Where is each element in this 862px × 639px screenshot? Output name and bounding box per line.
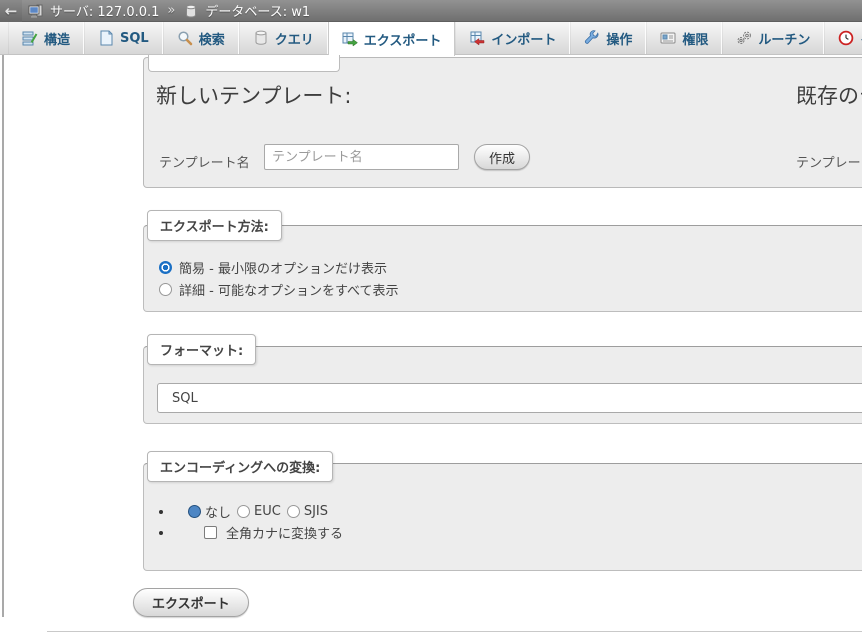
left-panel-divider bbox=[2, 55, 4, 617]
export-templates-panel: 新しいテンプレート: テンプレート名 作成 既存のテンプレート: テンプレート: bbox=[143, 57, 862, 188]
export-icon bbox=[342, 31, 358, 47]
structure-icon bbox=[22, 30, 38, 46]
radio-encoding-none-selected[interactable] bbox=[188, 505, 201, 518]
template-name-input[interactable] bbox=[264, 144, 459, 170]
breadcrumb-database[interactable]: データベース: w1 bbox=[183, 1, 310, 20]
breadcrumb-database-label: データベース: w1 bbox=[205, 1, 310, 20]
export-method-option-custom[interactable]: 詳細 - 可能なオプションをすべて表示 bbox=[159, 280, 399, 299]
server-icon bbox=[28, 3, 44, 19]
database-icon bbox=[183, 3, 199, 19]
radio-encoding-sjis-label[interactable]: SJIS bbox=[304, 504, 328, 519]
radio-encoding-euc[interactable] bbox=[237, 505, 250, 518]
create-template-button[interactable]: 作成 bbox=[474, 144, 530, 170]
scrolled-legend-remnant bbox=[148, 55, 340, 72]
kana-conversion-checkbox[interactable] bbox=[204, 526, 217, 539]
tab-operations[interactable]: 操作 bbox=[570, 22, 646, 54]
tab-label: 検索 bbox=[199, 29, 225, 48]
breadcrumb-server[interactable]: サーバ: 127.0.0.1 bbox=[28, 1, 159, 20]
format-selected-value: SQL bbox=[172, 391, 198, 406]
search-icon bbox=[177, 30, 193, 46]
tab-label: ルーチン bbox=[758, 29, 810, 48]
breadcrumb-server-label: サーバ: 127.0.0.1 bbox=[50, 1, 159, 20]
sql-document-icon bbox=[98, 30, 114, 46]
tab-bar: 構造 SQL 検索 クエリ エクスポート インポート 操作 権限 bbox=[0, 22, 862, 55]
template-name-label: テンプレート名 bbox=[159, 152, 250, 171]
import-icon bbox=[469, 30, 485, 46]
tab-label: エクスポート bbox=[364, 30, 442, 49]
tab-sql[interactable]: SQL bbox=[84, 22, 163, 54]
tab-label: 権限 bbox=[682, 29, 708, 48]
format-legend: フォーマット: bbox=[147, 334, 256, 365]
breadcrumb-bar: ← サーバ: 127.0.0.1 » データベース: w1 bbox=[0, 0, 862, 22]
tab-label: インポート bbox=[491, 29, 556, 48]
tab-import[interactable]: インポート bbox=[455, 22, 570, 54]
footer-divider bbox=[47, 631, 862, 632]
tab-search[interactable]: 検索 bbox=[163, 22, 239, 54]
tab-export[interactable]: エクスポート bbox=[328, 22, 456, 56]
tab-label: SQL bbox=[120, 31, 149, 46]
new-template-heading: 新しいテンプレート: bbox=[156, 80, 351, 110]
tab-query[interactable]: クエリ bbox=[239, 22, 328, 54]
breadcrumb-separator: » bbox=[167, 3, 175, 18]
phpmyadmin-export-page: ← サーバ: 127.0.0.1 » データベース: w1 構造 SQL 検索 … bbox=[0, 0, 862, 639]
tab-label: クエリ bbox=[275, 29, 314, 48]
list-bullet bbox=[159, 510, 163, 514]
radio-quick-selected[interactable] bbox=[159, 261, 172, 274]
gears-icon bbox=[736, 30, 752, 46]
encoding-legend: エンコーディングへの変換: bbox=[147, 451, 333, 482]
wrench-icon bbox=[584, 30, 600, 46]
privileges-card-icon bbox=[660, 30, 676, 46]
tab-events[interactable]: イベント bbox=[824, 22, 862, 54]
radio-quick-label[interactable]: 簡易 - 最小限のオプションだけ表示 bbox=[179, 258, 387, 277]
existing-template-label: テンプレート: bbox=[796, 152, 862, 171]
query-database-icon bbox=[253, 30, 269, 46]
back-button[interactable]: ← bbox=[0, 0, 22, 22]
radio-encoding-none-label[interactable]: なし bbox=[205, 502, 231, 521]
tab-routines[interactable]: ルーチン bbox=[722, 22, 824, 54]
encoding-radio-row: なし EUC SJIS bbox=[159, 502, 334, 521]
export-method-option-quick[interactable]: 簡易 - 最小限のオプションだけ表示 bbox=[159, 258, 387, 277]
export-method-legend: エクスポート方法: bbox=[147, 210, 282, 241]
list-bullet bbox=[159, 531, 163, 535]
tab-structure[interactable]: 構造 bbox=[8, 22, 84, 54]
radio-custom-label[interactable]: 詳細 - 可能なオプションをすべて表示 bbox=[179, 280, 399, 299]
clock-icon bbox=[838, 30, 854, 46]
existing-templates-heading: 既存のテンプレート: bbox=[796, 80, 862, 110]
back-arrow-icon: ← bbox=[5, 2, 18, 20]
radio-custom[interactable] bbox=[159, 283, 172, 296]
kana-conversion-label[interactable]: 全角カナに変換する bbox=[226, 523, 343, 542]
tab-privileges[interactable]: 権限 bbox=[646, 22, 722, 54]
export-submit-button[interactable]: エクスポート bbox=[133, 588, 249, 617]
radio-encoding-euc-label[interactable]: EUC bbox=[254, 504, 281, 519]
radio-encoding-sjis[interactable] bbox=[287, 505, 300, 518]
encoding-kana-row: 全角カナに変換する bbox=[159, 523, 349, 542]
format-select[interactable]: SQL bbox=[157, 383, 862, 413]
tab-label: 操作 bbox=[606, 29, 632, 48]
tab-label: 構造 bbox=[44, 29, 70, 48]
